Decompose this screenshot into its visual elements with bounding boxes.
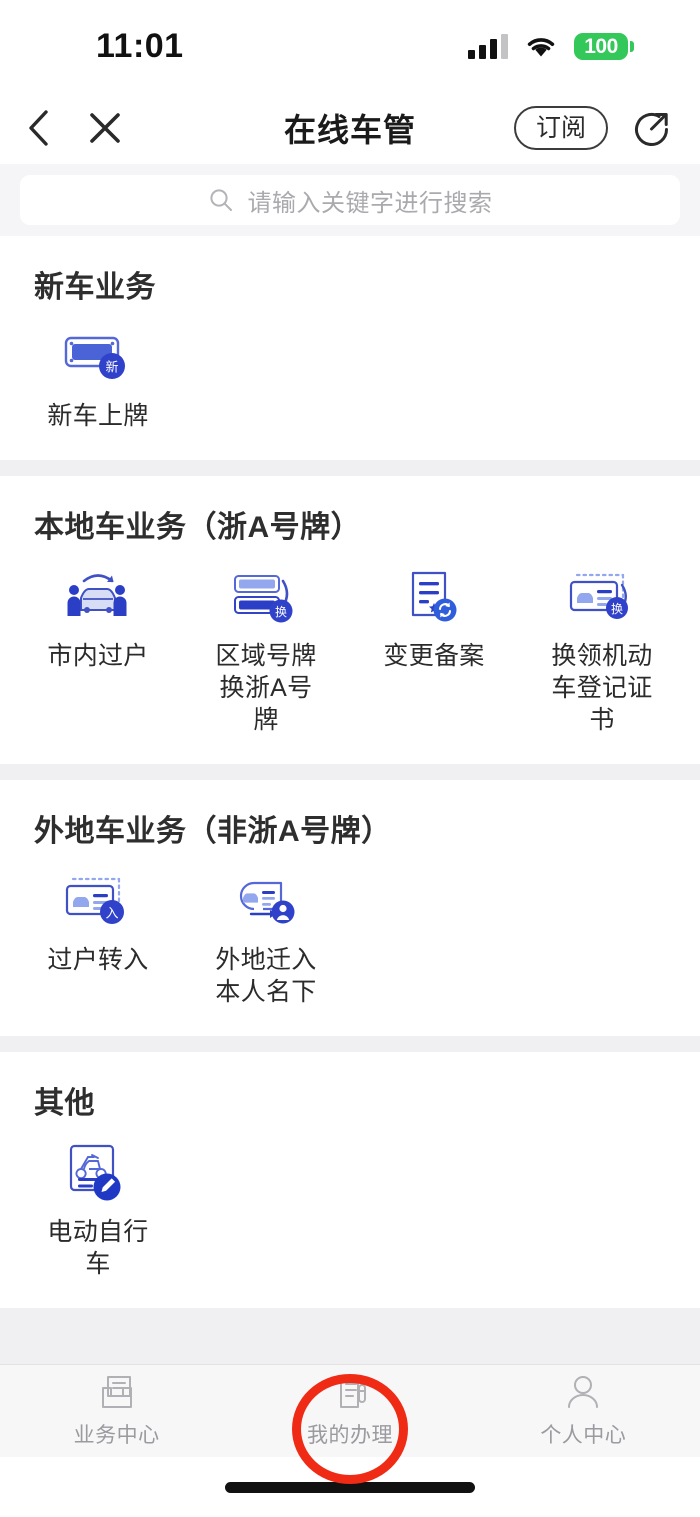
vehicle-card-person-icon [229, 870, 303, 936]
plate-swap-icon: 换 [229, 566, 303, 632]
tab-business-center[interactable]: 业务中心 [0, 1373, 233, 1449]
tab-label: 个人中心 [540, 1424, 627, 1447]
search-placeholder: 请输入关键字进行搜索 [247, 189, 493, 217]
inbox-tray-icon [101, 1376, 132, 1408]
section-title: 其他 [34, 1087, 95, 1120]
status-indicators: 100 [468, 32, 634, 60]
tab-personal-center[interactable]: 个人中心 [467, 1373, 700, 1449]
tile-label: 新车上牌 [47, 402, 149, 430]
document-pen-icon [339, 1376, 366, 1408]
section-divider [0, 460, 700, 476]
tile-change-record[interactable]: 变更备案 [350, 560, 518, 750]
status-bar: 11:01 100 [0, 0, 700, 92]
tab-label: 我的办理 [306, 1424, 393, 1447]
tile-label: 市内过户 [47, 642, 149, 670]
tile-label: 换领机动 车登记证 书 [551, 642, 653, 734]
tile-label: 电动自行 车 [47, 1218, 149, 1278]
search-bar-container: 请输入关键字进行搜索 [0, 164, 700, 236]
tile-label: 变更备案 [383, 642, 485, 670]
section-new-vehicle: 新车业务 新 新车上牌 [0, 236, 700, 460]
tile-move-in-own-name[interactable]: 外地迁入 本人名下 [182, 864, 350, 1022]
status-time: 11:01 [96, 26, 184, 65]
signal-bars-icon [468, 33, 508, 59]
ebike-register-icon [61, 1142, 135, 1208]
section-title: 新车业务 [34, 271, 156, 304]
close-icon[interactable] [88, 111, 122, 145]
bottom-tab-bar: 业务中心 我的办理 个人中心 [0, 1364, 700, 1457]
license-plate-new-icon: 新 [61, 326, 135, 392]
vehicle-card-swap-icon: 换 [565, 566, 639, 632]
person-icon [568, 1376, 599, 1408]
tile-label: 过户转入 [47, 946, 149, 974]
tile-grid: 市内过户 换 区域号牌 换浙A号牌 变更备案 换 换领机动 车登记证 书 [0, 550, 700, 750]
search-input[interactable]: 请输入关键字进行搜索 [20, 175, 680, 225]
vehicle-card-in-icon: 入 [61, 870, 135, 936]
document-refresh-icon [397, 566, 471, 632]
search-icon [209, 189, 232, 211]
tile-plate-swap[interactable]: 换 区域号牌 换浙A号牌 [182, 560, 350, 750]
tile-grid: 电动自行 车 [0, 1126, 700, 1294]
back-chevron-icon[interactable] [26, 109, 52, 147]
tile-grid: 新 新车上牌 [0, 310, 700, 446]
tile-label: 区域号牌 换浙A号牌 [215, 642, 317, 734]
wifi-icon [527, 38, 555, 57]
section-nonlocal-vehicle: 外地车业务（非浙A号牌） 入 过户转入 外地迁入 本人名下 [0, 780, 700, 1036]
section-local-vehicle: 本地车业务（浙A号牌） 市内过户 换 区域号牌 换浙A号牌 变更备案 换 换领机… [0, 476, 700, 764]
battery-level: 100 [584, 34, 618, 58]
phone-screen: 11:01 100 在线车管 订阅 请输入关键字进行搜索 新车业务 新 新车上牌… [0, 0, 700, 1517]
tile-label: 外地迁入 本人名下 [215, 946, 317, 1006]
svg-text:换: 换 [275, 605, 287, 619]
tile-ebike[interactable]: 电动自行 车 [14, 1136, 182, 1294]
svg-text:换: 换 [611, 602, 623, 616]
navigation-bar: 在线车管 订阅 [0, 92, 700, 164]
tile-grid: 入 过户转入 外地迁入 本人名下 [0, 854, 700, 1022]
subscribe-button[interactable]: 订阅 [513, 105, 608, 151]
content-area: 新车业务 新 新车上牌 本地车业务（浙A号牌） 市内过户 换 区域号牌 换浙A号… [0, 236, 700, 1364]
tile-city-transfer[interactable]: 市内过户 [14, 560, 182, 750]
svg-text:入: 入 [105, 906, 118, 921]
section-divider [0, 764, 700, 780]
tile-transfer-in[interactable]: 入 过户转入 [14, 864, 182, 1022]
home-indicator[interactable] [225, 1481, 475, 1493]
tile-replace-registration-cert[interactable]: 换 换领机动 车登记证 书 [518, 560, 686, 750]
section-title: 本地车业务（浙A号牌） [34, 511, 362, 544]
home-indicator-area [0, 1457, 700, 1517]
svg-text:新: 新 [105, 360, 118, 375]
section-title: 外地车业务（非浙A号牌） [34, 815, 392, 848]
tab-my-applications[interactable]: 我的办理 [233, 1373, 466, 1449]
tile-new-vehicle-plate[interactable]: 新 新车上牌 [14, 320, 182, 446]
section-other: 其他 电动自行 车 [0, 1052, 700, 1308]
section-divider [0, 1036, 700, 1052]
empty-space [0, 1308, 700, 1364]
share-icon[interactable] [632, 107, 674, 149]
battery-icon: 100 [574, 32, 634, 60]
tab-label: 业务中心 [73, 1424, 160, 1447]
car-transfer-people-icon [61, 566, 135, 632]
